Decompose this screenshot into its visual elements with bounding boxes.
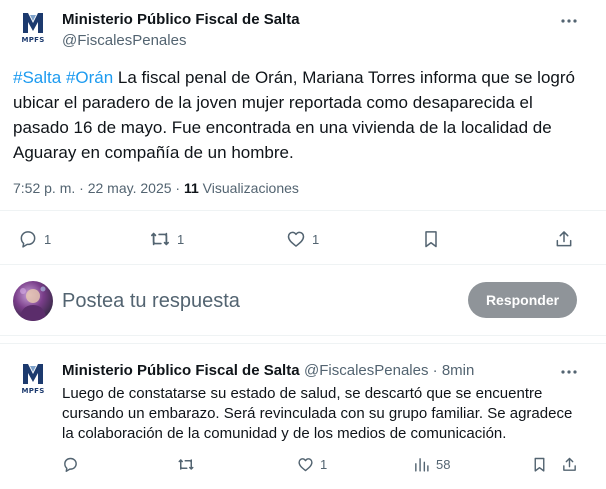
meta-separator: · — [171, 180, 184, 196]
more-icon — [561, 370, 577, 374]
reply-share-button[interactable] — [561, 456, 578, 473]
reply-views-count: 58 — [436, 457, 451, 472]
share-icon — [556, 231, 572, 247]
reply-reply-button[interactable] — [62, 456, 79, 473]
meta-separator: · — [75, 180, 88, 196]
logo-label: MPFS — [21, 387, 45, 395]
avatar-image — [19, 286, 47, 321]
user-avatar[interactable] — [13, 281, 53, 321]
reply-views-button[interactable]: 58 — [413, 456, 450, 473]
reply-author-handle[interactable]: @FiscalesPenales — [304, 362, 428, 379]
retweet-icon — [151, 232, 169, 246]
retweet-button[interactable]: 1 — [149, 229, 184, 249]
author-name[interactable]: Ministerio Público Fiscal de Salta — [62, 11, 300, 28]
like-icon — [298, 458, 313, 472]
section-divider — [0, 335, 606, 344]
share-icon — [563, 457, 576, 471]
bookmark-icon — [534, 457, 545, 472]
retweet-icon — [178, 459, 194, 470]
hashtag-salta[interactable]: #Salta — [13, 68, 61, 87]
tweet-meta: 7:52 p. m. · 22 may. 2025 · 11 Visualiza… — [13, 180, 299, 196]
share-button[interactable] — [554, 229, 574, 249]
more-icon — [561, 19, 577, 23]
reply-separator: · — [428, 362, 442, 379]
reply-more-options-button[interactable] — [560, 363, 578, 386]
reply-count: 1 — [44, 231, 52, 247]
bookmark-button[interactable] — [421, 229, 441, 249]
author-logo[interactable]: MPFS — [19, 11, 47, 44]
logo-label: MPFS — [21, 36, 45, 44]
bookmark-icon — [425, 231, 437, 248]
reply-icon — [20, 231, 36, 248]
views-count: 11 — [183, 180, 199, 196]
divider — [0, 264, 606, 265]
reply-like-count: 1 — [320, 457, 328, 472]
like-icon — [287, 231, 305, 247]
reply-input[interactable]: Postea tu respuesta — [62, 290, 240, 313]
reply-bookmark-button[interactable] — [531, 456, 548, 473]
views-icon — [415, 458, 429, 472]
tweet-date[interactable]: 22 may. 2025 — [88, 180, 172, 196]
mpfs-logo-icon — [23, 13, 43, 33]
reply-author-logo[interactable]: MPFS — [19, 362, 47, 395]
reply-author-name[interactable]: Ministerio Público Fiscal de Salta — [62, 362, 300, 379]
reply-time[interactable]: 8min — [442, 362, 475, 379]
retweet-count: 1 — [177, 231, 185, 247]
views-label: Visualizaciones — [202, 180, 299, 196]
reply-body: Luego de constatarse su estado de salud,… — [62, 385, 573, 442]
like-button[interactable]: 1 — [286, 229, 319, 249]
reply-like-button[interactable]: 1 — [297, 456, 327, 473]
reply-button[interactable]: 1 — [18, 229, 51, 249]
more-options-button[interactable] — [560, 12, 578, 35]
reply-retweet-button[interactable] — [177, 456, 195, 473]
tweet-time[interactable]: 7:52 p. m. — [13, 180, 75, 196]
respond-button[interactable]: Responder — [468, 282, 577, 318]
like-count: 1 — [312, 231, 320, 247]
divider — [0, 210, 606, 211]
reply-icon — [64, 457, 77, 472]
hashtag-oran[interactable]: #Orán — [66, 68, 113, 87]
mpfs-logo-icon — [23, 364, 43, 384]
author-handle[interactable]: @FiscalesPenales — [62, 32, 186, 49]
reply-header: Ministerio Público Fiscal de Salta @Fisc… — [62, 362, 474, 380]
tweet-text: #Salta #Orán La fiscal penal de Orán, Ma… — [13, 65, 593, 165]
